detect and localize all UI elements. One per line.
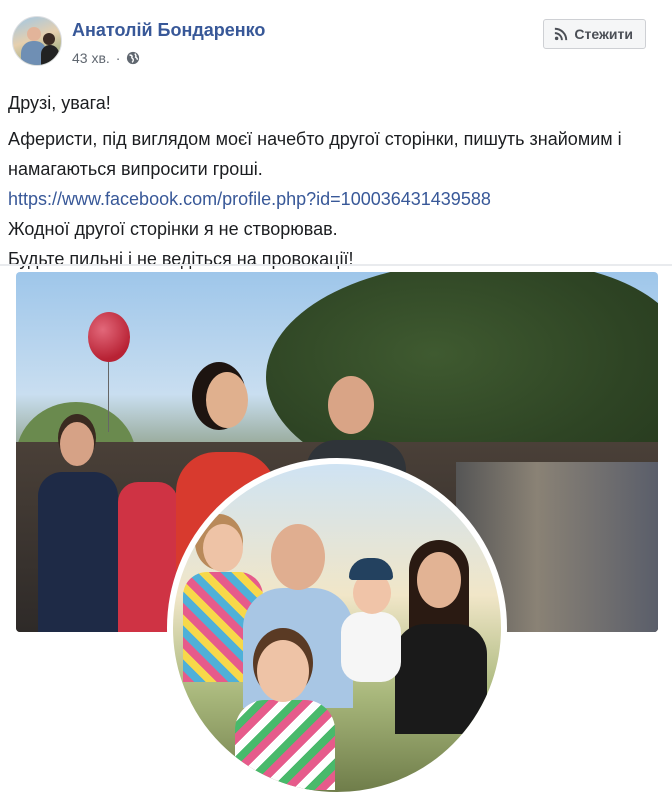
fake-profile-link[interactable]: https://www.facebook.com/profile.php?id=… [8,189,491,209]
post-text: Друзі, увага! Аферисти, під виглядом моє… [8,88,664,274]
author-name[interactable]: Анатолій Бондаренко [72,20,265,41]
photo-young-man [38,472,118,632]
family-small-girl-head [257,640,309,702]
family-father-head [271,524,325,590]
post-line-no-second-page: Жодної другої сторінки я не створював. [8,219,338,239]
meta-separator: · [115,50,121,66]
photo-girl-head [206,372,248,428]
divider [0,264,672,266]
family-mother-head [417,552,461,608]
globe-icon[interactable] [126,51,140,65]
family-mother-top [395,624,487,734]
post-header: Анатолій Бондаренко 43 хв. · Стежити [12,16,660,76]
post-line-be-vigilant: Будьте пильні і не ведіться на провокаці… [8,249,354,269]
photo-young-man-head [60,422,94,466]
follow-button[interactable]: Стежити [543,19,646,49]
rss-icon [555,27,568,41]
follow-button-label: Стежити [574,26,633,42]
photo-man-head [328,376,374,434]
family-small-girl-body [235,700,335,790]
author-avatar[interactable] [12,16,62,66]
profile-photo-circle[interactable] [167,458,507,798]
family-baby-body [341,612,401,682]
post-line-scam-warning: Аферисти, під виглядом моєї начебто друг… [8,129,622,179]
family-baby-cap [349,558,393,580]
family-girl-head [203,524,243,572]
photo-balloon [88,312,130,362]
post-meta: 43 хв. · [72,50,140,66]
post-greeting: Друзі, увага! [8,93,111,113]
photo-balloon-string [108,362,109,432]
post-timestamp[interactable]: 43 хв. [72,50,110,66]
